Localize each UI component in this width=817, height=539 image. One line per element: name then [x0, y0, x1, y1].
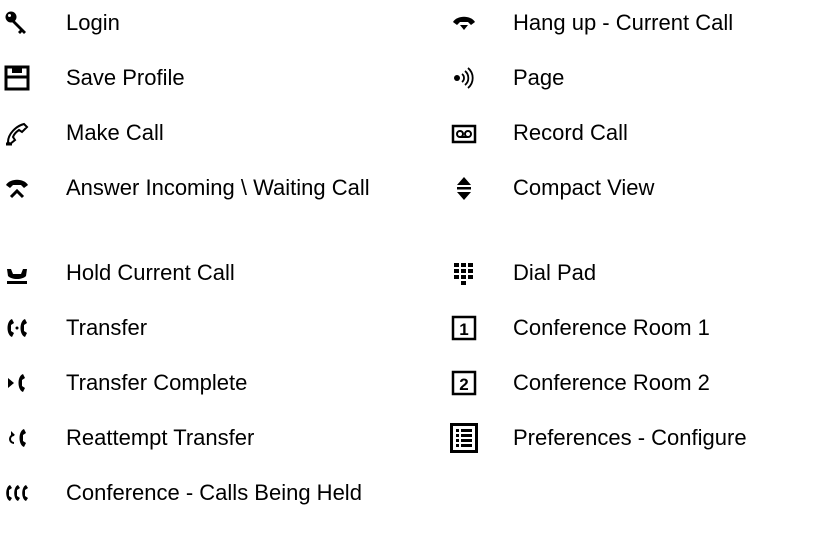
handset-dial-icon — [0, 116, 34, 150]
legend-item-transfer-complete: Transfer Complete — [0, 366, 411, 400]
legend-label: Conference Room 1 — [513, 315, 710, 340]
compact-view-icon — [447, 171, 481, 205]
legend-item-conference-room-2: 2 Conference Room 2 — [447, 366, 817, 400]
room-2-badge: 2 — [459, 375, 468, 394]
legend-label: Conference Room 2 — [513, 370, 710, 395]
page-speaker-icon — [447, 61, 481, 95]
legend-label: Transfer — [66, 315, 148, 340]
reattempt-transfer-icon — [0, 421, 34, 455]
preferences-icon — [447, 421, 481, 455]
legend-label: Dial Pad — [513, 260, 597, 285]
legend-label: Hold Current Call — [66, 260, 235, 285]
legend-item-compact-view: Compact View — [447, 171, 817, 205]
legend-item-save-profile: Save Profile — [0, 61, 411, 95]
legend-label: Transfer Complete — [66, 370, 248, 395]
legend-label: Conference - Calls Being Held — [66, 480, 362, 505]
legend-label: Compact View — [513, 175, 655, 200]
answer-call-icon — [0, 171, 34, 205]
legend-item-conference-room-1: 1 Conference Room 1 — [447, 311, 817, 345]
legend-label: Login — [66, 10, 120, 35]
record-call-icon — [447, 116, 481, 150]
legend-label: Make Call — [66, 120, 164, 145]
legend-label: Answer Incoming \ Waiting Call — [66, 175, 370, 200]
dial-pad-icon — [447, 256, 481, 290]
legend-label: Preferences - Configure — [513, 425, 747, 450]
legend-item-transfer: Transfer — [0, 311, 411, 345]
legend-label: Save Profile — [66, 65, 185, 90]
transfer-complete-icon — [0, 366, 34, 400]
legend-label: Page — [513, 65, 565, 90]
room-1-badge: 1 — [459, 320, 468, 339]
legend-label: Record Call — [513, 120, 628, 145]
legend-item-page: Page — [447, 61, 817, 95]
hang-up-icon — [447, 6, 481, 40]
legend-item-answer-call: Answer Incoming \ Waiting Call — [0, 171, 411, 205]
legend-item-make-call: Make Call — [0, 116, 411, 150]
hold-call-icon — [0, 256, 34, 290]
legend-item-hang-up: Hang up - Current Call — [447, 6, 817, 40]
legend-label: Reattempt Transfer — [66, 425, 255, 450]
conference-held-icon — [0, 476, 34, 510]
transfer-icon — [0, 311, 34, 345]
legend-item-hold-call: Hold Current Call — [0, 256, 411, 290]
legend-item-preferences: Preferences - Configure — [447, 421, 817, 455]
conference-room-2-icon: 2 — [447, 366, 481, 400]
legend-item-record-call: Record Call — [447, 116, 817, 150]
legend-item-reattempt-transfer: Reattempt Transfer — [0, 421, 411, 455]
key-icon — [0, 6, 34, 40]
legend-item-conference-held: Conference - Calls Being Held — [0, 476, 411, 510]
legend-item-dial-pad: Dial Pad — [447, 256, 817, 290]
legend-label: Hang up - Current Call — [513, 10, 734, 35]
floppy-disk-icon — [0, 61, 34, 95]
conference-room-1-icon: 1 — [447, 311, 481, 345]
legend-item-login: Login — [0, 6, 411, 40]
